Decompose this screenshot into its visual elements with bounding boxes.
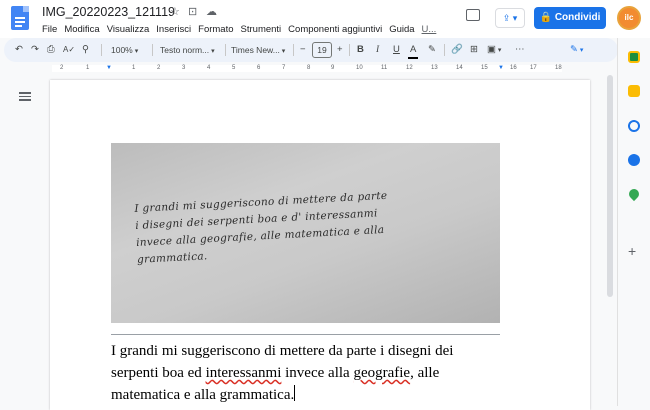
divider (225, 44, 226, 56)
zoom-select[interactable]: 100% (111, 43, 138, 59)
text-run: matematica e alla grammatica. (111, 387, 295, 403)
divider (101, 44, 102, 56)
text-run: , alle (410, 365, 440, 381)
document-body-text[interactable]: I grandi mi suggeriscono di mettere da p… (111, 340, 511, 406)
editing-mode-icon[interactable]: ✎ (570, 43, 583, 58)
star-icon[interactable]: ☆ (170, 5, 180, 18)
share-label: Condividi (554, 12, 601, 23)
ruler-tick: 8 (307, 65, 311, 71)
more-icon[interactable]: ⋯ (515, 43, 525, 57)
link-icon[interactable]: 🔗 (451, 43, 463, 57)
decrease-size-icon[interactable]: − (300, 43, 306, 57)
print-icon[interactable]: ⎙ (47, 43, 55, 57)
undo-icon[interactable]: ↶ (15, 43, 23, 57)
menu-inserisci[interactable]: Inserisci (156, 24, 191, 35)
menu-modifica[interactable]: Modifica (64, 24, 99, 35)
account-avatar[interactable]: ilc (617, 6, 641, 30)
text-color-button[interactable]: A (410, 43, 416, 57)
document-title[interactable]: IMG_20220223_121119 (42, 5, 175, 19)
menu-file[interactable]: File (42, 24, 57, 35)
bold-button[interactable]: B (357, 43, 364, 57)
text-color-swatch (408, 57, 418, 59)
comment-icon[interactable]: ⊞ (470, 43, 478, 57)
ruler-tick: 6 (257, 65, 261, 71)
underline-button[interactable]: U (393, 43, 400, 57)
formatting-toolbar: ↶ ↷ ⎙ A✓ ⚲ 100% Testo norm... Times New.… (4, 38, 618, 62)
docs-logo-icon[interactable] (11, 6, 29, 30)
ruler-tick: 9 (331, 65, 335, 71)
right-indent-marker-icon[interactable]: ▼ (498, 65, 504, 71)
present-button[interactable]: ⇪ ▾ (495, 8, 525, 28)
vertical-ruler (0, 75, 8, 406)
text-cursor (294, 385, 296, 401)
maps-icon[interactable] (626, 186, 642, 202)
menu-strumenti[interactable]: Strumenti (241, 24, 282, 35)
contacts-icon[interactable] (628, 154, 640, 166)
divider (152, 44, 153, 56)
move-folder-icon[interactable]: ⊡ (188, 5, 197, 18)
document-outline-icon[interactable] (19, 92, 31, 102)
document-page[interactable]: I grandi mi suggeriscono di mettere da p… (50, 80, 590, 410)
divider (444, 44, 445, 56)
spellcheck-icon[interactable]: A✓ (63, 43, 75, 57)
ruler-tick: 11 (381, 65, 388, 71)
indent-marker-icon[interactable]: ▼ (106, 65, 112, 71)
style-select[interactable]: Testo norm... (160, 43, 215, 59)
share-button[interactable]: 🔒 Condividi (534, 7, 606, 29)
text-run: serpenti boa ed (111, 365, 206, 381)
inserted-image[interactable]: I grandi mi suggeriscono di mettere da p… (111, 143, 500, 323)
font-select[interactable]: Times New... (231, 43, 285, 59)
horizontal-line (111, 334, 500, 335)
ruler-tick: 7 (282, 65, 286, 71)
ruler-tick: 14 (456, 65, 463, 71)
handwritten-text: I grandi mi suggeriscono di mettere da p… (134, 183, 477, 269)
spelling-error[interactable]: interessanmi (206, 365, 282, 381)
ruler-tick: 4 (207, 65, 211, 71)
menu-formato[interactable]: Formato (198, 24, 233, 35)
text-line: matematica e alla grammatica. (111, 384, 511, 406)
ruler-tick: 15 (481, 65, 488, 71)
keep-icon[interactable] (628, 85, 640, 97)
scrollbar-thumb[interactable] (607, 75, 613, 297)
ruler-tick: 18 (555, 65, 562, 71)
text-line: serpenti boa ed interessanmi invece alla… (111, 362, 511, 384)
ruler-tick: 12 (406, 65, 413, 71)
add-addon-icon[interactable]: + (628, 243, 636, 259)
ruler-tick: 1 (86, 65, 90, 71)
menu-componenti-aggiuntivi[interactable]: Componenti aggiuntivi (288, 24, 382, 35)
increase-size-icon[interactable]: + (337, 43, 343, 57)
highlight-icon[interactable]: ✎ (428, 43, 436, 57)
menu-bar: File Modifica Visualizza Inserisci Forma… (42, 24, 436, 35)
horizontal-ruler: 2 1 ▼ 1 2 3 4 5 6 7 8 9 10 11 12 13 14 1… (0, 63, 614, 73)
ruler-tick: 3 (182, 65, 186, 71)
menu-last-edit[interactable]: U... (422, 24, 437, 35)
vertical-scrollbar[interactable] (606, 75, 614, 406)
divider (293, 44, 294, 56)
ruler-tick: 5 (232, 65, 236, 71)
calendar-icon[interactable] (628, 51, 640, 63)
ruler-tick: 16 (510, 65, 517, 71)
ruler-tick: 10 (356, 65, 363, 71)
text-line: I grandi mi suggeriscono di mettere da p… (111, 343, 454, 359)
tasks-icon[interactable] (628, 120, 640, 132)
ruler-tick: 2 (157, 65, 161, 71)
ruler-tick: 2 (60, 65, 64, 71)
text-run: invece alla (281, 365, 354, 381)
paint-format-icon[interactable]: ⚲ (82, 43, 89, 57)
menu-guida[interactable]: Guida (389, 24, 414, 35)
divider (349, 44, 350, 56)
cloud-status-icon[interactable]: ☁ (206, 5, 217, 18)
ruler-tick: 17 (530, 65, 537, 71)
insert-image-icon[interactable]: ▣ (487, 43, 501, 58)
menu-visualizza[interactable]: Visualizza (107, 24, 150, 35)
side-panel: + (617, 38, 650, 406)
redo-icon[interactable]: ↷ (31, 43, 39, 57)
ruler-tick: 1 (132, 65, 136, 71)
italic-button[interactable]: I (376, 43, 379, 57)
ruler-tick: 13 (431, 65, 438, 71)
top-bar: IMG_20220223_121119 ☆ ⊡ ☁ File Modifica … (0, 0, 650, 38)
spelling-error[interactable]: geografie (353, 365, 410, 381)
font-size-input[interactable]: 19 (312, 42, 332, 58)
comment-history-icon[interactable] (466, 9, 480, 21)
